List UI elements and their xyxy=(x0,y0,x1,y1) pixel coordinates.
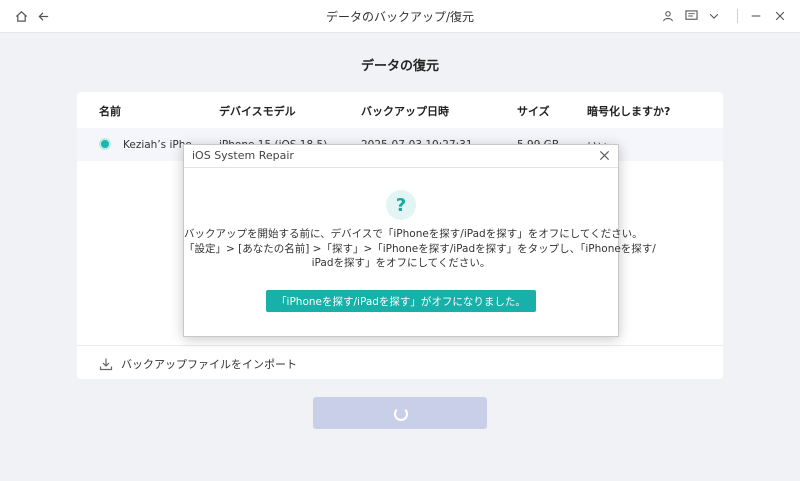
user-icon[interactable] xyxy=(659,7,677,25)
question-icon: ? xyxy=(386,190,416,220)
dialog-message-line: 「設定」> [あなたの名前] >「探す」>「iPhoneを探す/iPadを探す」… xyxy=(184,242,656,255)
cell-name: Keziah’s iPho xyxy=(123,139,192,151)
find-my-off-confirm-button[interactable]: 「iPhoneを探す/iPadを探す」がオフになりました。 xyxy=(266,290,536,312)
column-header-name: 名前 xyxy=(99,105,121,118)
column-header-device-model: デバイスモデル xyxy=(219,105,296,118)
find-my-dialog: iOS System Repair ? バックアップを開始する前に、デバイスで「… xyxy=(183,144,656,337)
dialog-message: バックアップを開始する前に、デバイスで「iPhoneを探す/iPadを探す」をオ… xyxy=(184,227,656,271)
dialog-close-icon[interactable] xyxy=(596,147,612,163)
page-title: データの復元 xyxy=(360,59,439,74)
close-icon[interactable] xyxy=(771,7,789,25)
loading-spinner-icon xyxy=(394,407,408,421)
row-radio-selected[interactable] xyxy=(99,138,111,150)
dialog-title: iOS System Repair xyxy=(192,149,294,162)
panel-divider xyxy=(77,345,723,346)
dialog-message-line: バックアップを開始する前に、デバイスで「iPhoneを探す/iPadを探す」をオ… xyxy=(184,228,643,240)
chevron-down-icon[interactable] xyxy=(705,7,723,25)
title-bar: データのバックアップ/復元 xyxy=(0,0,800,33)
column-header-encrypted: 暗号化しますか? xyxy=(587,105,671,118)
import-backup-link[interactable]: バックアップファイルをインポート xyxy=(121,356,297,372)
feedback-icon[interactable] xyxy=(682,7,700,25)
column-header-size: サイズ xyxy=(517,105,550,118)
import-icon[interactable] xyxy=(99,356,113,371)
column-header-backup-date: バックアップ日時 xyxy=(361,105,449,118)
dialog-header: iOS System Repair xyxy=(184,145,618,168)
dialog-message-line: iPadを探す」をオフにしてください。 xyxy=(311,257,491,269)
window-title: データのバックアップ/復元 xyxy=(325,10,475,24)
title-bar-separator xyxy=(737,9,738,23)
minimize-icon[interactable] xyxy=(747,7,765,25)
restore-button[interactable] xyxy=(313,397,487,429)
